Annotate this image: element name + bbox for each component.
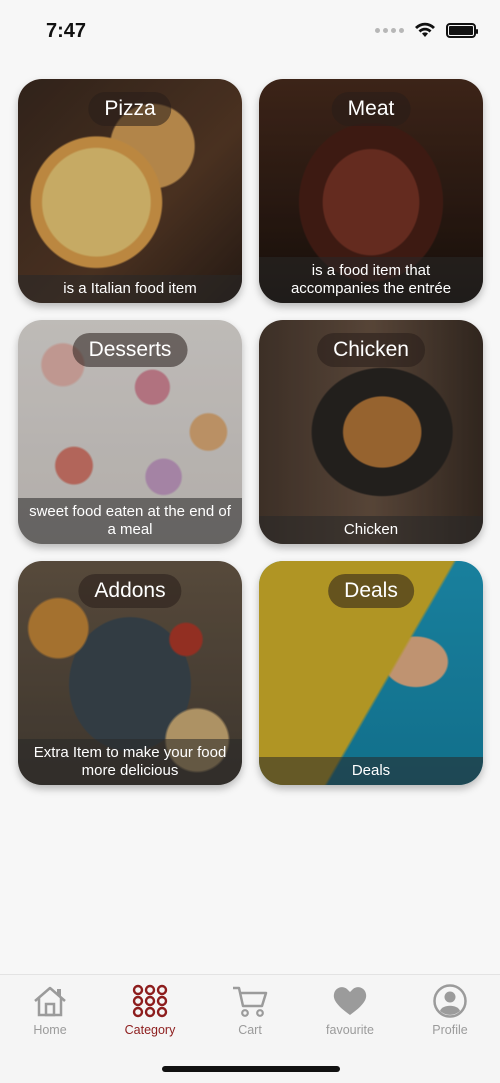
tab-label: Cart xyxy=(238,1023,262,1037)
category-card-chicken[interactable]: Chicken Chicken xyxy=(259,320,483,544)
profile-icon xyxy=(433,984,467,1018)
tab-cart[interactable]: Cart xyxy=(200,981,300,1037)
category-description: Extra Item to make your food more delici… xyxy=(18,739,242,785)
status-icons xyxy=(375,22,478,38)
status-time: 7:47 xyxy=(46,20,87,42)
category-title: Desserts xyxy=(72,333,188,367)
category-description: is a food item that accompanies the entr… xyxy=(259,257,483,303)
tab-label: favourite xyxy=(326,1023,374,1037)
category-card-pizza[interactable]: Pizza is a Italian food item xyxy=(18,79,242,303)
tab-label: Category xyxy=(124,1023,176,1037)
screen: 7:47 Pizza is a Italian food item Meat i… xyxy=(0,0,500,1083)
category-description: Chicken xyxy=(259,516,483,544)
tab-favourite[interactable]: favourite xyxy=(300,981,400,1037)
category-title: Chicken xyxy=(317,333,425,367)
tab-label: Home xyxy=(33,1023,67,1037)
category-description: is a Italian food item xyxy=(18,275,242,303)
tab-category[interactable]: Category xyxy=(100,981,200,1037)
home-icon xyxy=(34,986,66,1017)
grid-dots-icon xyxy=(132,984,168,1018)
category-title: Meat xyxy=(331,92,411,126)
category-description: Deals xyxy=(259,757,483,785)
category-title: Deals xyxy=(328,574,414,608)
cart-icon xyxy=(233,986,268,1017)
tab-label: Profile xyxy=(432,1023,468,1037)
category-card-addons[interactable]: Addons Extra Item to make your food more… xyxy=(18,561,242,785)
signal-dots-icon xyxy=(375,27,404,33)
status-bar: 7:47 xyxy=(0,0,500,60)
battery-icon xyxy=(446,22,478,38)
wifi-icon xyxy=(415,22,435,37)
heart-icon xyxy=(333,987,367,1015)
tab-profile[interactable]: Profile xyxy=(400,981,500,1037)
category-title: Addons xyxy=(78,574,182,608)
home-indicator[interactable] xyxy=(162,1066,340,1072)
category-description: sweet food eaten at the end of a meal xyxy=(18,498,242,544)
category-grid: Pizza is a Italian food item Meat is a f… xyxy=(18,79,483,785)
category-title: Pizza xyxy=(88,92,172,126)
category-card-desserts[interactable]: Desserts sweet food eaten at the end of … xyxy=(18,320,242,544)
category-card-deals[interactable]: Deals Deals xyxy=(259,561,483,785)
tab-home[interactable]: Home xyxy=(0,981,100,1037)
category-card-meat[interactable]: Meat is a food item that accompanies the… xyxy=(259,79,483,303)
